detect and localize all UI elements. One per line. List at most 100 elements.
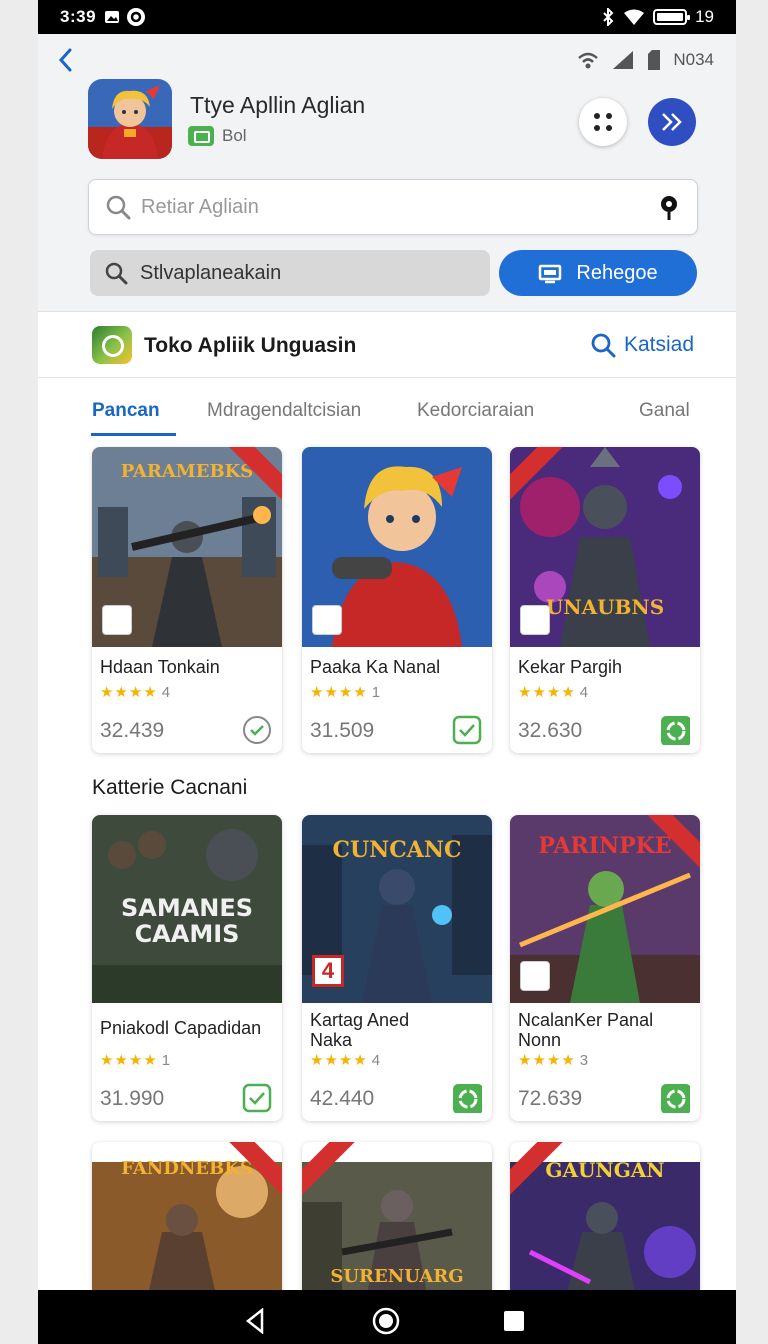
app-subtitle-text: Bol: [222, 126, 247, 145]
app-card-price: 32.630: [518, 719, 583, 742]
get-app-icon[interactable]: [660, 1083, 690, 1113]
app-card[interactable]: UNAUBNS Kekar Pargih ★★★★ 4 32.630: [510, 447, 700, 753]
app-card[interactable]: PARINPKE NcalanKer Panal Nonn ★★★★ 3 72.6…: [510, 815, 700, 1121]
app-card-art-title: CUNCANC: [332, 837, 462, 863]
action-button-label: Rehegoe: [576, 261, 658, 284]
category-tabs: Pancan Mdragendaltcisian Kedorciaraian G…: [38, 384, 736, 438]
app-card[interactable]: GAUNGAN: [510, 1142, 700, 1302]
rank-badge: 4: [312, 955, 344, 987]
back-icon[interactable]: [56, 46, 80, 74]
tab-mdragendaltcisian[interactable]: Mdragendaltcisian: [207, 400, 361, 422]
star-rating-icon: ★★★★: [100, 1052, 158, 1069]
bluetooth-icon: [603, 8, 614, 26]
rating-value: 1: [371, 684, 381, 701]
action-button[interactable]: Rehegoe: [499, 250, 697, 296]
status-bar: 3:39 19: [38, 0, 736, 34]
app-card-name: Kartag Aned Naka: [310, 1010, 410, 1050]
app-icon: [88, 79, 172, 159]
rating-value: 4: [371, 1052, 381, 1069]
app-card[interactable]: SURENUARG: [302, 1142, 492, 1302]
app-header: N034 Ttye Apllin Aglian Bol Retiar Aglia…: [38, 34, 736, 312]
app-card[interactable]: PARAMEBKS Hdaan Tonkain ★★★★ 4 32.439: [92, 447, 282, 753]
star-rating-icon: ★★★★: [518, 1052, 576, 1069]
store-search-button[interactable]: Katsiad: [590, 332, 694, 358]
rating-value: 4: [579, 684, 589, 701]
status-icons-right: 19: [601, 7, 714, 27]
gallery-icon: [105, 11, 120, 23]
app-card-price: 31.990: [100, 1087, 165, 1110]
tab-kedorciaraian[interactable]: Kedorciaraian: [417, 400, 534, 422]
store-bar: Toko Apliik Unguasin Katsiad: [38, 312, 736, 378]
app-card-price: 72.639: [518, 1087, 583, 1110]
app-card[interactable]: CUNCANC 4 Kartag Aned Naka ★★★★ 4 42.440: [302, 815, 492, 1121]
app-card-rating: ★★★★ 4: [100, 683, 170, 701]
forward-button[interactable]: [648, 98, 696, 146]
app-title: Ttye Apllin Aglian: [190, 92, 366, 118]
installed-check-icon[interactable]: [242, 1083, 272, 1113]
battery-icon: [653, 9, 691, 25]
system-nav-bar: [38, 1290, 736, 1344]
tab-pancan[interactable]: Pancan: [92, 400, 160, 422]
status-right-text: 19: [695, 7, 714, 26]
publisher-badge-icon: [102, 605, 132, 635]
signal-icon: [613, 51, 634, 69]
publisher-badge-icon: [520, 961, 550, 991]
app-card-rating: ★★★★ 3: [518, 1051, 588, 1069]
installed-check-icon[interactable]: [242, 715, 272, 745]
app-card-name: Kekar Pargih: [518, 657, 623, 677]
star-rating-icon: ★★★★: [100, 684, 158, 701]
recents-nav-icon[interactable]: [503, 1310, 525, 1332]
app-subtitle: Bol: [188, 126, 247, 146]
double-chevron-icon: [662, 113, 682, 131]
wifi-icon: [624, 9, 645, 25]
store-logo-icon: [92, 326, 132, 364]
rating-value: 1: [161, 1052, 171, 1069]
status-time: 3:39: [60, 7, 97, 26]
app-card-art-title: SAMANES CAAMIS: [120, 894, 254, 948]
installed-check-icon[interactable]: [452, 715, 482, 745]
store-search-label: Katsiad: [623, 333, 694, 356]
app-card-name: NcalanKer Panal Nonn: [518, 1010, 654, 1050]
active-tab-indicator: [91, 433, 176, 436]
search-icon: [105, 262, 128, 285]
app-card[interactable]: FANDNEBKS: [92, 1142, 282, 1302]
network-label: N034: [673, 50, 714, 69]
get-app-icon[interactable]: [452, 1083, 482, 1113]
get-app-icon[interactable]: [660, 715, 690, 745]
store-title: Toko Apliik Unguasin: [144, 334, 357, 357]
app-card-rating: ★★★★ 4: [518, 683, 588, 701]
phone-screen: 3:39 19 N034 Ttye Apllin Aglian Bol Reti…: [38, 0, 736, 1344]
tab-ganal[interactable]: Ganal: [639, 400, 690, 422]
location-pin-icon[interactable]: [659, 194, 679, 222]
star-rating-icon: ★★★★: [310, 1052, 368, 1069]
more-options-button[interactable]: [579, 98, 627, 146]
back-nav-icon[interactable]: [244, 1308, 268, 1334]
filter-label: Stlvaplaneakain: [140, 261, 282, 284]
sim-icon: [648, 50, 661, 70]
app-card-rating: ★★★★ 4: [310, 1051, 380, 1069]
app-card-price: 42.440: [310, 1087, 375, 1110]
notification-circle-icon: [127, 8, 146, 26]
filter-search-field[interactable]: Stlvaplaneakain: [90, 250, 490, 296]
app-card-art-title: SURENUARG: [330, 1266, 464, 1287]
search-icon: [591, 333, 616, 358]
star-rating-icon: ★★★★: [518, 684, 576, 701]
tv-icon: [539, 264, 562, 284]
section-title: Katterie Cacnani: [92, 776, 248, 799]
app-card-rating: ★★★★ 1: [310, 683, 380, 701]
home-nav-icon[interactable]: [372, 1307, 400, 1335]
search-input[interactable]: [141, 192, 621, 222]
wifi-icon: [578, 52, 599, 69]
app-card-name: Paaka Ka Nanal: [310, 657, 441, 677]
app-badge-icon: [188, 126, 214, 146]
app-card-rating: ★★★★ 1: [100, 1051, 170, 1069]
publisher-badge-icon: [312, 605, 342, 635]
search-icon: [106, 195, 131, 220]
app-card-name: Pniakodl Capadidan: [100, 1018, 262, 1038]
search-bar[interactable]: [88, 179, 698, 235]
app-card[interactable]: SAMANES CAAMIS Pniakodl Capadidan ★★★★ 1 …: [92, 815, 282, 1121]
star-rating-icon: ★★★★: [310, 684, 368, 701]
app-card[interactable]: Paaka Ka Nanal ★★★★ 1 31.509: [302, 447, 492, 753]
network-status: N034: [577, 50, 714, 70]
rating-value: 3: [579, 1052, 589, 1069]
